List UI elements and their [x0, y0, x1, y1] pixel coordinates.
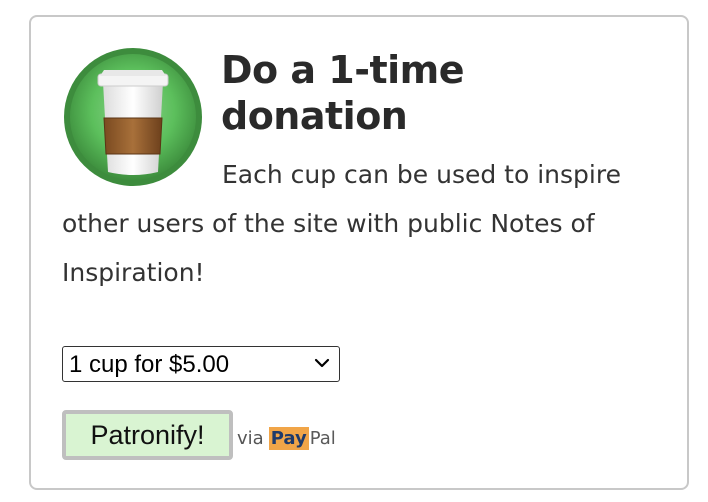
patronify-button[interactable]: Patronify!: [62, 410, 233, 460]
cup-quantity-select-wrapper: 1 cup for $5.00: [62, 346, 340, 382]
donation-description: Each cup can be used to inspire other us…: [62, 160, 621, 287]
via-label: via: [237, 428, 264, 449]
via-paypal: via Pay Pal: [237, 427, 336, 450]
cup-quantity-select[interactable]: 1 cup for $5.00: [62, 346, 340, 382]
paypal-pal-text: Pal: [309, 428, 336, 449]
paypal-pay-text: Pay: [268, 427, 309, 450]
donation-title: Do a 1-time donation: [221, 48, 465, 138]
donation-card: Do a 1-time donation Each cup can be use…: [29, 15, 689, 490]
